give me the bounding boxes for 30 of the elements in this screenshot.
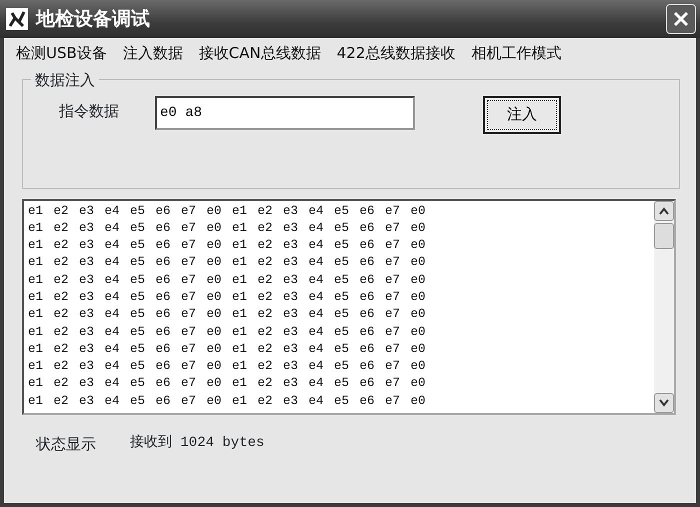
status-label: 状态显示 [36, 434, 96, 454]
scrollbar[interactable] [654, 200, 674, 412]
menu-item[interactable]: 注入数据 [114, 42, 191, 64]
data-line: e1 e2 e3 e4 e5 e6 e7 e0 e1 e2 e3 e4 e5 e6 e7 e0 [28, 220, 427, 237]
inject-button[interactable]: 注入 [483, 96, 561, 134]
scroll-thumb[interactable] [654, 222, 674, 248]
data-line: e1 e2 e3 e4 e5 e6 e7 e0 e1 e2 e3 e4 e5 e6 e7 e0 [28, 288, 427, 306]
app-icon [6, 8, 28, 30]
data-line: e1 e2 e3 e4 e5 e6 e7 e0 e1 e2 e3 e4 e5 e6 e7 e0 [28, 202, 427, 220]
data-line: e1 e2 e3 e4 e5 e6 e7 e0 e1 e2 e3 e4 e5 e6 e7 e0 [28, 392, 427, 410]
data-line: e1 e2 e3 e4 e5 e6 e7 e0 e1 e2 e3 e4 e5 e6 e7 e0 [28, 306, 427, 324]
data-line: e1 e2 e3 e4 e5 e6 e7 e0 e1 e2 e3 e4 e5 e6 e7 e0 [28, 358, 427, 376]
data-line: e1 e2 e3 e4 e5 e6 e7 e0 e1 e2 e3 e4 e5 e6 e7 e0 [28, 375, 427, 392]
menu-item[interactable]: 接收CAN总线数据 [190, 42, 329, 64]
field-label: 指令数据 [59, 100, 120, 122]
data-line: e1 e2 e3 e4 e5 e6 e7 e0 e1 e2 e3 e4 e5 e6 e7 e0 [28, 254, 427, 272]
window-title: 地检设备调试 [36, 6, 150, 32]
close-button[interactable] [666, 4, 696, 34]
status-text: 接收到 1024 bytes [130, 433, 264, 454]
menu-item[interactable]: 检测USB设备 [8, 42, 115, 64]
data-line: e1 e2 e3 e4 e5 e6 e7 e0 e1 e2 e3 e4 e5 e6 e7 e0 [28, 272, 427, 289]
data-line: e1 e2 e3 e4 e5 e6 e7 e0 e1 e2 e3 e4 e5 e6 e7 e0 [28, 237, 427, 254]
scroll-up-button[interactable] [654, 200, 674, 220]
data-line: e1 e2 e3 e4 e5 e6 e7 e0 e1 e2 e3 e4 e5 e6 e7 e0 [28, 340, 427, 358]
command-input-field[interactable]: e0 a8 [155, 96, 415, 130]
data-line: e1 e2 e3 e4 e5 e6 e7 e0 e1 e2 e3 e4 e5 e6 e7 e0 [28, 324, 427, 341]
menu-item[interactable]: 422总线数据接收 [328, 42, 464, 64]
close-icon [673, 11, 689, 27]
menu-item[interactable]: 相机工作模式 [463, 42, 570, 64]
scroll-down-button[interactable] [654, 392, 674, 412]
